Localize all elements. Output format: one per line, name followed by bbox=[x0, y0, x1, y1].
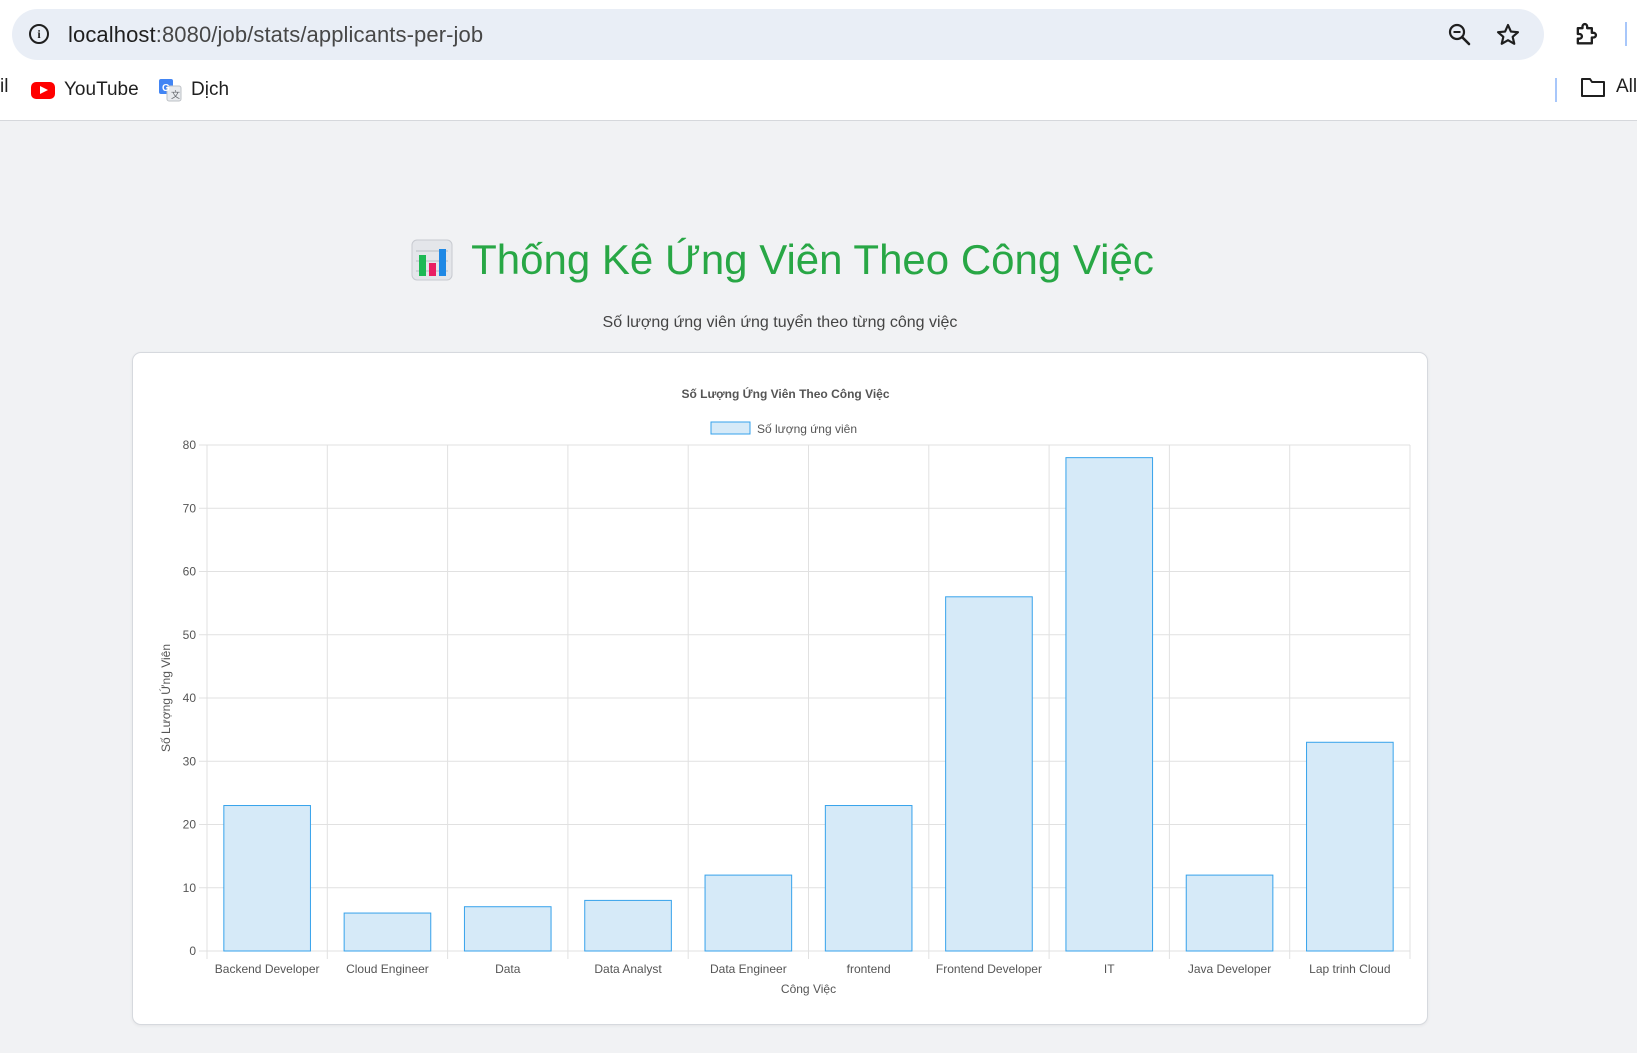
extensions-icon[interactable] bbox=[1568, 16, 1604, 52]
bar-chart: Số Lượng Ứng Viên Theo Công Việc Số lượng… bbox=[158, 386, 1411, 996]
browser-chrome: i localhost:8080/job/stats/applicants-pe… bbox=[0, 0, 1637, 121]
x-tick-label: Backend Developer bbox=[215, 962, 320, 976]
url-text[interactable]: localhost:8080/job/stats/applicants-per-… bbox=[68, 22, 483, 48]
y-axis-label: Số Lượng Ứng Viên bbox=[158, 644, 173, 752]
all-bookmarks-label: All bbox=[1616, 76, 1637, 97]
x-tick-label: Java Developer bbox=[1188, 962, 1271, 976]
bar bbox=[824, 805, 913, 952]
x-tick-label: Cloud Engineer bbox=[346, 962, 429, 976]
bar bbox=[1065, 457, 1154, 952]
y-tick-label: 70 bbox=[183, 501, 197, 515]
bookmark-label: Dịch bbox=[191, 79, 230, 100]
legend-label: Số lượng ứng viên bbox=[757, 422, 857, 436]
y-tick-label: 20 bbox=[183, 818, 197, 832]
bookmark-youtube[interactable]: YouTube bbox=[31, 76, 139, 104]
svg-text:G: G bbox=[162, 83, 170, 94]
bookmark-truncated[interactable]: il bbox=[0, 76, 8, 98]
bar bbox=[463, 906, 552, 952]
toolbar-divider bbox=[1625, 22, 1627, 46]
bar bbox=[1306, 741, 1394, 952]
y-tick-label: 50 bbox=[183, 628, 197, 642]
y-tick-label: 10 bbox=[183, 881, 197, 895]
url-host: localhost bbox=[68, 22, 156, 47]
x-tick-label: Frontend Developer bbox=[936, 962, 1042, 976]
x-tick-label: Data Engineer bbox=[710, 962, 787, 976]
zoom-icon[interactable] bbox=[1443, 18, 1477, 52]
url-path: :8080/job/stats/applicants-per-job bbox=[155, 22, 484, 47]
page-heading: Thống Kê Ứng Viên Theo Công Việc bbox=[471, 236, 1154, 283]
bookmark-star-icon[interactable] bbox=[1491, 18, 1525, 52]
y-tick-label: 30 bbox=[183, 754, 197, 768]
youtube-icon bbox=[31, 81, 55, 99]
chart-card: Số Lượng Ứng Viên Theo Công Việc Số lượng… bbox=[132, 352, 1428, 1025]
chart-title: Số Lượng Ứng Viên Theo Công Việc bbox=[681, 386, 889, 401]
bar bbox=[704, 874, 793, 952]
bar bbox=[1185, 874, 1274, 952]
bookmarks-divider bbox=[1555, 78, 1557, 102]
y-tick-label: 40 bbox=[183, 691, 197, 705]
bookmarks-bar: il YouTube G文 Dịch All bbox=[0, 72, 1637, 108]
page-title: Thống Kê Ứng Viên Theo Công Việc bbox=[0, 236, 1565, 284]
x-tick-label: IT bbox=[1104, 962, 1115, 976]
y-tick-label: 60 bbox=[183, 565, 197, 579]
bar bbox=[945, 596, 1033, 952]
bookmark-translate[interactable]: G文 Dịch bbox=[158, 76, 229, 104]
all-bookmarks-button[interactable]: All bbox=[1580, 76, 1637, 98]
bar-chart-icon bbox=[411, 239, 453, 281]
svg-text:文: 文 bbox=[171, 89, 180, 100]
x-tick-label: Data bbox=[495, 962, 521, 976]
y-tick-label: 80 bbox=[183, 438, 197, 452]
x-tick-label: Lap trinh Cloud bbox=[1309, 962, 1390, 976]
google-translate-icon: G文 bbox=[158, 78, 182, 102]
site-info-icon[interactable]: i bbox=[26, 21, 52, 47]
x-axis-label: Công Việc bbox=[781, 982, 836, 996]
bar bbox=[584, 899, 672, 952]
x-tick-label: Data Analyst bbox=[594, 962, 662, 976]
legend-swatch bbox=[710, 421, 751, 435]
y-tick-label: 0 bbox=[189, 944, 196, 958]
bookmark-label: YouTube bbox=[64, 79, 139, 100]
bar bbox=[343, 912, 432, 952]
x-tick-label: frontend bbox=[847, 962, 891, 976]
folder-icon bbox=[1581, 78, 1605, 97]
address-bar[interactable]: i localhost:8080/job/stats/applicants-pe… bbox=[12, 9, 1544, 60]
page-subtitle: Số lượng ứng viên ứng tuyển theo từng cô… bbox=[602, 314, 958, 331]
bar bbox=[223, 805, 311, 952]
